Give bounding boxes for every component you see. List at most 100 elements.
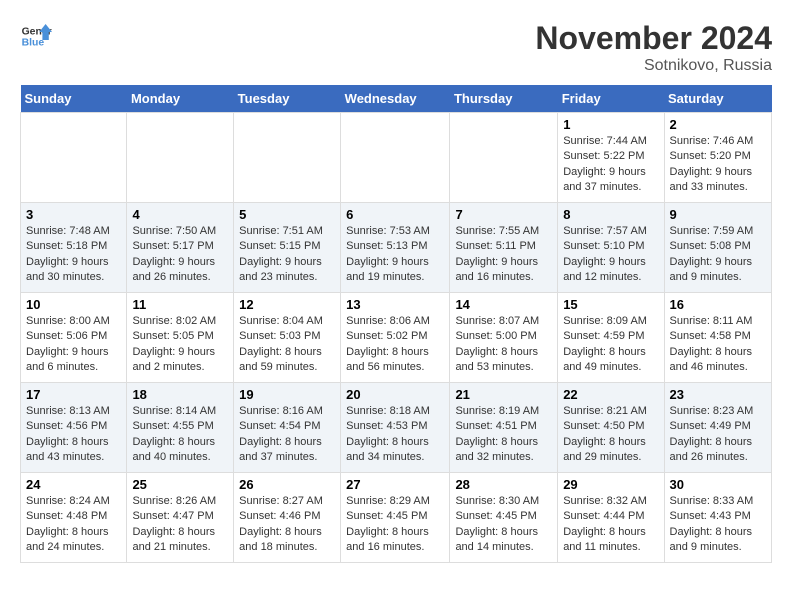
weekday-header-cell: Tuesday: [234, 85, 341, 113]
calendar-day-cell: 23Sunrise: 8:23 AM Sunset: 4:49 PM Dayli…: [664, 383, 771, 473]
day-info: Sunrise: 7:57 AM Sunset: 5:10 PM Dayligh…: [563, 224, 658, 286]
calendar-day-cell: [127, 113, 234, 203]
day-number: 13: [346, 297, 444, 312]
day-info: Sunrise: 8:21 AM Sunset: 4:50 PM Dayligh…: [563, 404, 658, 466]
calendar-day-cell: 22 Sunrise: 8:21 AM Sunset: 4:50 PM Dayli…: [558, 383, 664, 473]
calendar-table: SundayMondayTuesdayWednesdayThursdayFrid…: [20, 85, 772, 563]
day-info: Sunrise: 7:48 AM Sunset: 5:18 PM Dayligh…: [26, 224, 121, 286]
title-block: November 2024 Sotnikovo, Russia: [535, 20, 772, 75]
page-header: General Blue November 2024 Sotnikovo, Ru…: [20, 20, 772, 75]
weekday-header-cell: Saturday: [664, 85, 771, 113]
day-number: 24: [26, 477, 121, 492]
day-info: Sunrise: 7:53 AM Sunset: 5:13 PM Dayligh…: [346, 224, 444, 286]
day-info: Sunrise: 7:51 AM Sunset: 5:15 PM Dayligh…: [239, 224, 335, 286]
day-number: 3: [26, 207, 121, 222]
calendar-day-cell: 20 Sunrise: 8:18 AM Sunset: 4:53 PM Dayli…: [341, 383, 450, 473]
day-number: 28: [455, 477, 552, 492]
day-info: Sunrise: 8:24 AM Sunset: 4:48 PM Dayligh…: [26, 494, 121, 556]
calendar-day-cell: 15 Sunrise: 8:09 AM Sunset: 4:59 PM Dayli…: [558, 293, 664, 383]
weekday-header-cell: Monday: [127, 85, 234, 113]
day-number: 14: [455, 297, 552, 312]
calendar-day-cell: 5 Sunrise: 7:51 AM Sunset: 5:15 PM Daylig…: [234, 203, 341, 293]
calendar-week-row: 3 Sunrise: 7:48 AM Sunset: 5:18 PM Daylig…: [21, 203, 772, 293]
day-number: 5: [239, 207, 335, 222]
day-number: 2: [670, 117, 766, 132]
calendar-day-cell: 26Sunrise: 8:27 AM Sunset: 4:46 PM Dayli…: [234, 473, 341, 563]
weekday-header-cell: Friday: [558, 85, 664, 113]
day-info: Sunrise: 8:29 AM Sunset: 4:45 PM Dayligh…: [346, 494, 444, 556]
calendar-week-row: 17Sunrise: 8:13 AM Sunset: 4:56 PM Dayli…: [21, 383, 772, 473]
day-info: Sunrise: 8:26 AM Sunset: 4:47 PM Dayligh…: [132, 494, 228, 556]
calendar-day-cell: 16 Sunrise: 8:11 AM Sunset: 4:58 PM Dayli…: [664, 293, 771, 383]
day-number: 12: [239, 297, 335, 312]
day-number: 15: [563, 297, 658, 312]
calendar-day-cell: 13 Sunrise: 8:06 AM Sunset: 5:02 PM Dayli…: [341, 293, 450, 383]
calendar-day-cell: 9Sunrise: 7:59 AM Sunset: 5:08 PM Daylig…: [664, 203, 771, 293]
day-number: 20: [346, 387, 444, 402]
calendar-week-row: 24 Sunrise: 8:24 AM Sunset: 4:48 PM Dayli…: [21, 473, 772, 563]
day-number: 8: [563, 207, 658, 222]
calendar-day-cell: 7 Sunrise: 7:55 AM Sunset: 5:11 PM Daylig…: [450, 203, 558, 293]
day-info: Sunrise: 8:13 AM Sunset: 4:56 PM Dayligh…: [26, 404, 121, 466]
weekday-header-row: SundayMondayTuesdayWednesdayThursdayFrid…: [21, 85, 772, 113]
day-number: 19: [239, 387, 335, 402]
weekday-header-cell: Wednesday: [341, 85, 450, 113]
day-info: Sunrise: 7:44 AM Sunset: 5:22 PM Dayligh…: [563, 134, 658, 196]
weekday-header-cell: Thursday: [450, 85, 558, 113]
day-info: Sunrise: 8:16 AM Sunset: 4:54 PM Dayligh…: [239, 404, 335, 466]
day-info: Sunrise: 8:04 AM Sunset: 5:03 PM Dayligh…: [239, 314, 335, 376]
day-info: Sunrise: 8:02 AM Sunset: 5:05 PM Dayligh…: [132, 314, 228, 376]
calendar-day-cell: 25Sunrise: 8:26 AM Sunset: 4:47 PM Dayli…: [127, 473, 234, 563]
day-number: 7: [455, 207, 552, 222]
calendar-day-cell: [21, 113, 127, 203]
calendar-day-cell: 10 Sunrise: 8:00 AM Sunset: 5:06 PM Dayli…: [21, 293, 127, 383]
day-info: Sunrise: 8:19 AM Sunset: 4:51 PM Dayligh…: [455, 404, 552, 466]
day-info: Sunrise: 8:11 AM Sunset: 4:58 PM Dayligh…: [670, 314, 766, 376]
weekday-header-cell: Sunday: [21, 85, 127, 113]
calendar-day-cell: 11 Sunrise: 8:02 AM Sunset: 5:05 PM Dayli…: [127, 293, 234, 383]
day-number: 6: [346, 207, 444, 222]
calendar-day-cell: 27Sunrise: 8:29 AM Sunset: 4:45 PM Dayli…: [341, 473, 450, 563]
calendar-body: 1 Sunrise: 7:44 AM Sunset: 5:22 PM Daylig…: [21, 113, 772, 563]
day-info: Sunrise: 8:30 AM Sunset: 4:45 PM Dayligh…: [455, 494, 552, 556]
calendar-day-cell: 28 Sunrise: 8:30 AM Sunset: 4:45 PM Dayli…: [450, 473, 558, 563]
day-info: Sunrise: 8:18 AM Sunset: 4:53 PM Dayligh…: [346, 404, 444, 466]
calendar-day-cell: 3 Sunrise: 7:48 AM Sunset: 5:18 PM Daylig…: [21, 203, 127, 293]
calendar-day-cell: [234, 113, 341, 203]
day-info: Sunrise: 8:14 AM Sunset: 4:55 PM Dayligh…: [132, 404, 228, 466]
calendar-day-cell: 1 Sunrise: 7:44 AM Sunset: 5:22 PM Daylig…: [558, 113, 664, 203]
calendar-day-cell: 29 Sunrise: 8:32 AM Sunset: 4:44 PM Dayli…: [558, 473, 664, 563]
day-number: 1: [563, 117, 658, 132]
logo-icon: General Blue: [20, 20, 52, 52]
logo: General Blue: [20, 20, 52, 52]
day-number: 26: [239, 477, 335, 492]
calendar-day-cell: 2Sunrise: 7:46 AM Sunset: 5:20 PM Daylig…: [664, 113, 771, 203]
calendar-day-cell: 21Sunrise: 8:19 AM Sunset: 4:51 PM Dayli…: [450, 383, 558, 473]
day-info: Sunrise: 8:00 AM Sunset: 5:06 PM Dayligh…: [26, 314, 121, 376]
day-number: 22: [563, 387, 658, 402]
day-number: 4: [132, 207, 228, 222]
calendar-day-cell: 19 Sunrise: 8:16 AM Sunset: 4:54 PM Dayli…: [234, 383, 341, 473]
day-info: Sunrise: 8:33 AM Sunset: 4:43 PM Dayligh…: [670, 494, 766, 556]
day-info: Sunrise: 7:55 AM Sunset: 5:11 PM Dayligh…: [455, 224, 552, 286]
calendar-day-cell: 24 Sunrise: 8:24 AM Sunset: 4:48 PM Dayli…: [21, 473, 127, 563]
day-info: Sunrise: 7:59 AM Sunset: 5:08 PM Dayligh…: [670, 224, 766, 286]
day-number: 10: [26, 297, 121, 312]
day-info: Sunrise: 8:32 AM Sunset: 4:44 PM Dayligh…: [563, 494, 658, 556]
location: Sotnikovo, Russia: [535, 57, 772, 75]
day-number: 16: [670, 297, 766, 312]
calendar-week-row: 10 Sunrise: 8:00 AM Sunset: 5:06 PM Dayli…: [21, 293, 772, 383]
day-info: Sunrise: 8:07 AM Sunset: 5:00 PM Dayligh…: [455, 314, 552, 376]
day-number: 30: [670, 477, 766, 492]
calendar-day-cell: 12 Sunrise: 8:04 AM Sunset: 5:03 PM Dayli…: [234, 293, 341, 383]
calendar-day-cell: 4 Sunrise: 7:50 AM Sunset: 5:17 PM Daylig…: [127, 203, 234, 293]
month-title: November 2024: [535, 20, 772, 57]
day-info: Sunrise: 8:09 AM Sunset: 4:59 PM Dayligh…: [563, 314, 658, 376]
day-number: 11: [132, 297, 228, 312]
calendar-day-cell: [341, 113, 450, 203]
calendar-day-cell: 6 Sunrise: 7:53 AM Sunset: 5:13 PM Daylig…: [341, 203, 450, 293]
day-info: Sunrise: 8:06 AM Sunset: 5:02 PM Dayligh…: [346, 314, 444, 376]
day-number: 23: [670, 387, 766, 402]
day-info: Sunrise: 7:50 AM Sunset: 5:17 PM Dayligh…: [132, 224, 228, 286]
day-number: 29: [563, 477, 658, 492]
